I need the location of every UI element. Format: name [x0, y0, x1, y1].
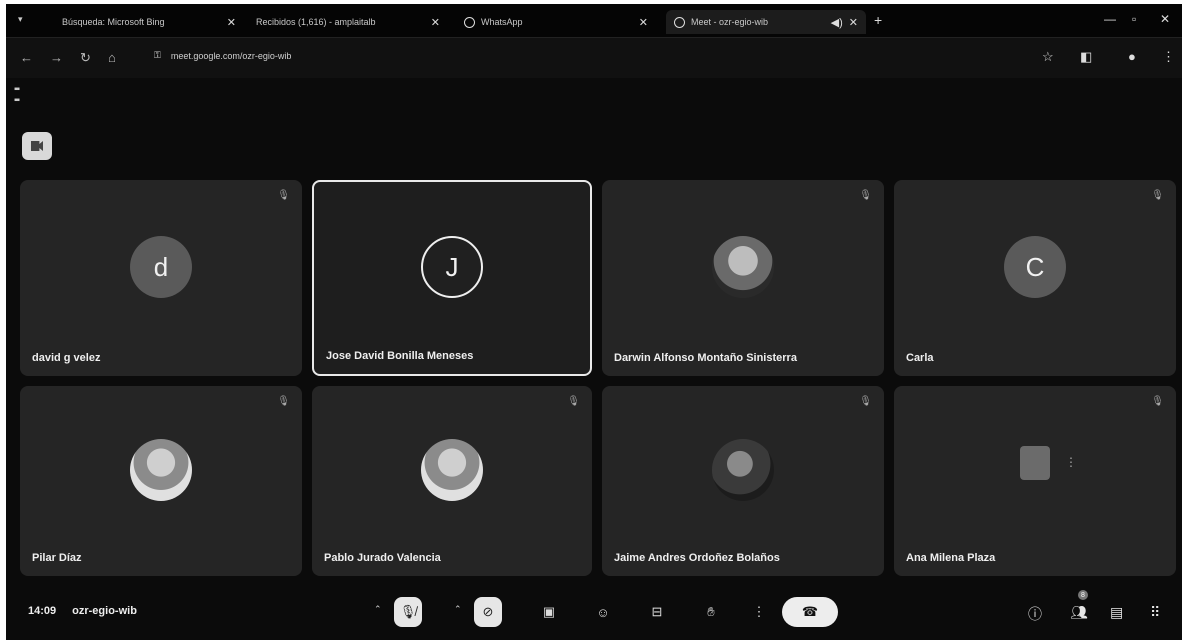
tab-mail-label: Recibidos (1,616) - amplaitalb	[256, 17, 376, 27]
more-options-icon[interactable]: ⋮	[1065, 455, 1077, 469]
participant-name: Pablo Jurado Valencia	[324, 552, 441, 564]
participant-tile: 🎙︎ d david g velez	[20, 180, 302, 376]
profile-icon[interactable]: ●	[1128, 49, 1136, 64]
more-options-button[interactable]: ⋮	[742, 597, 776, 627]
muted-mic-icon: 🎙︎	[859, 396, 872, 407]
audio-options-chevron-icon[interactable]: ⌃	[374, 604, 382, 615]
participant-name: Jose David Bonilla Meneses	[326, 350, 474, 362]
reload-icon[interactable]: ↻	[80, 50, 91, 66]
participant-name: Pilar Díaz	[32, 552, 82, 564]
present-icon: ▣	[542, 604, 556, 619]
microphone-toggle-button[interactable]: 🎙︎̸	[394, 597, 422, 627]
avatar	[421, 439, 483, 501]
home-icon[interactable]: ⌂	[108, 50, 116, 65]
meeting-info: 14:09 ozr-egio-wib	[28, 605, 137, 617]
avatar	[1020, 446, 1050, 480]
meet-favicon-icon	[674, 16, 685, 28]
tab-meet[interactable]: Meet - ozr-egio-wib ◀) ✕	[666, 10, 866, 34]
participant-tile: 🎙︎ Pilar Díaz	[20, 386, 302, 576]
captions-icon: ⊟	[651, 604, 663, 619]
leave-call-button[interactable]: ☎	[782, 597, 838, 627]
meeting-code: ozr-egio-wib	[72, 605, 137, 617]
forward-icon[interactable]: →	[50, 50, 63, 65]
close-icon[interactable]: ✕	[849, 16, 858, 29]
meeting-time: 14:09	[28, 605, 57, 617]
audio-playing-icon: ◀)	[830, 16, 843, 29]
participant-tile: 🎙︎ ⋮ Ana Milena Plaza	[894, 386, 1176, 576]
tab-meet-label: Meet - ozr-egio-wib	[691, 17, 769, 27]
browser-window: ▾ Búsqueda: Microsoft Bing ✕ Recibidos (…	[6, 4, 1182, 640]
participant-tile: 🎙︎ Darwin Alfonso Montaño Sinisterra	[602, 180, 884, 376]
site-info-icon[interactable]: ⚿	[154, 50, 161, 61]
emoji-icon: ☺	[596, 604, 610, 620]
extensions-icon[interactable]: ◧	[1080, 49, 1092, 65]
new-tab-button[interactable]: +	[874, 12, 882, 28]
avatar: J	[421, 236, 483, 298]
participant-tile: 🎙︎ Jaime Andres Ordoñez Bolaños	[602, 386, 884, 576]
muted-mic-icon: 🎙︎	[1151, 396, 1164, 407]
muted-mic-icon: 🎙︎	[277, 190, 290, 201]
avatar	[130, 439, 192, 501]
activities-icon[interactable]: ⠿	[1150, 604, 1160, 621]
url-text: meet.google.com/ozr-egio-wib	[170, 50, 292, 61]
whatsapp-icon	[464, 16, 475, 28]
people-icon[interactable]: 👥︎	[1070, 604, 1088, 621]
avatar: d	[130, 236, 192, 298]
avatar	[712, 439, 774, 501]
participant-name: Darwin Alfonso Montaño Sinisterra	[614, 352, 797, 364]
close-icon[interactable]: ✕	[431, 16, 440, 29]
mic-off-icon: 🎙︎̸	[399, 604, 417, 619]
maximize-icon[interactable]: ▫	[1132, 12, 1136, 26]
raise-hand-button[interactable]: ✋︎	[694, 597, 728, 627]
muted-mic-icon: 🎙︎	[277, 396, 290, 407]
close-icon[interactable]: ✕	[639, 16, 648, 29]
meet-logo	[22, 132, 52, 160]
avatar: C	[1004, 236, 1066, 298]
browser-menu-icon[interactable]: ⋮	[1162, 49, 1175, 65]
reactions-button[interactable]: ☺	[586, 597, 620, 627]
hang-up-icon: ☎	[801, 604, 819, 619]
address-bar: ← → ↻ ⌂ ⚿ meet.google.com/ozr-egio-wib ☆…	[6, 38, 1182, 78]
meeting-controls-bar: 14:09 ozr-egio-wib ⌃ 🎙︎̸ ⌃ ⊘ ▣ ☺ ⊟ ✋︎ ⋮ …	[6, 584, 1182, 640]
people-count-badge: 8	[1078, 590, 1088, 600]
tab-mail[interactable]: Recibidos (1,616) - amplaitalb ✕	[248, 10, 448, 34]
participant-name: Jaime Andres Ordoñez Bolaños	[614, 552, 780, 564]
participant-name: Carla	[906, 352, 934, 364]
camera-off-icon: ⊘	[482, 604, 494, 619]
participant-tile: 🎙︎ C Carla	[894, 180, 1176, 376]
participant-tile-speaking: J Jose David Bonilla Meneses	[312, 180, 592, 376]
muted-mic-icon: 🎙︎	[859, 190, 872, 201]
camera-toggle-button[interactable]: ⊘	[474, 597, 502, 627]
url-field[interactable]: ⚿ meet.google.com/ozr-egio-wib	[154, 50, 291, 61]
close-icon[interactable]: ✕	[227, 16, 236, 29]
muted-mic-icon: 🎙︎	[1151, 190, 1164, 201]
window-close-icon[interactable]: ✕	[1160, 12, 1170, 26]
tab-whatsapp-label: WhatsApp	[481, 17, 523, 27]
back-icon[interactable]: ←	[20, 50, 33, 65]
minimize-icon[interactable]: —	[1104, 12, 1116, 26]
participant-tile: 🎙︎ Pablo Jurado Valencia	[312, 386, 592, 576]
captions-button[interactable]: ⊟	[640, 597, 674, 627]
participant-name: david g velez	[32, 352, 101, 364]
apps-grid-icon[interactable]: ▪▪ ▪▪	[14, 84, 20, 106]
tab-bing[interactable]: Búsqueda: Microsoft Bing ✕	[54, 10, 244, 34]
tab-bing-label: Búsqueda: Microsoft Bing	[62, 17, 165, 27]
avatar	[712, 236, 774, 298]
chat-icon[interactable]: ▤	[1110, 604, 1123, 621]
tab-whatsapp[interactable]: WhatsApp ✕	[456, 10, 656, 34]
participant-name: Ana Milena Plaza	[906, 552, 996, 564]
tab-bar: ▾ Búsqueda: Microsoft Bing ✕ Recibidos (…	[6, 4, 1182, 38]
hand-icon: ✋︎	[707, 604, 715, 619]
present-screen-button[interactable]: ▣	[532, 597, 566, 627]
star-icon[interactable]: ☆	[1042, 49, 1054, 65]
meeting-details-icon[interactable]: ⓘ	[1028, 604, 1042, 624]
video-options-chevron-icon[interactable]: ⌃	[454, 604, 462, 615]
muted-mic-icon: 🎙︎	[567, 396, 580, 407]
tab-search-icon[interactable]: ▾	[18, 14, 23, 25]
more-vert-icon: ⋮	[752, 604, 766, 619]
